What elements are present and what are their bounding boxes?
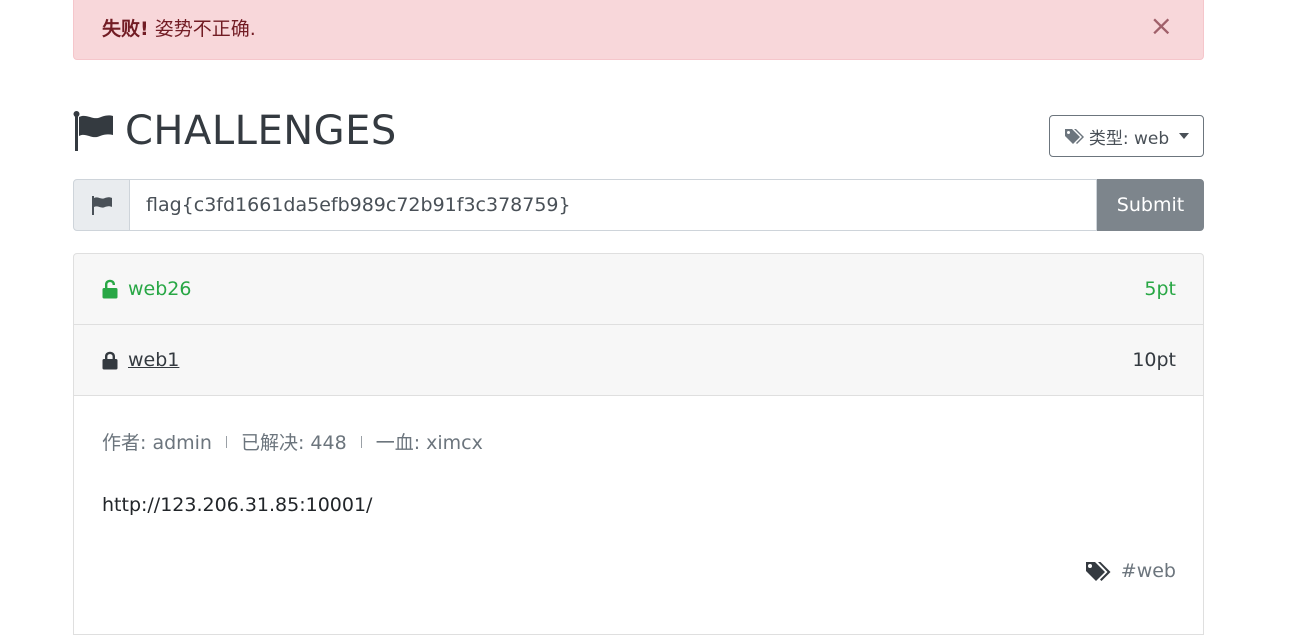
alert-text: 姿势不正确. xyxy=(148,18,256,40)
type-filter-dropdown[interactable]: 类型: web xyxy=(1049,115,1204,157)
flag-form: Submit xyxy=(73,179,1204,231)
page-title: CHALLENGES xyxy=(73,108,397,154)
title-text: CHALLENGES xyxy=(125,108,397,154)
challenge-url: http://123.206.31.85:10001/ xyxy=(102,494,373,516)
tags-icon xyxy=(1064,129,1084,144)
solved-count: 已解决: 448 xyxy=(240,432,347,454)
challenge-tags: #web xyxy=(1085,560,1176,582)
flag-input[interactable] xyxy=(130,179,1097,231)
tag-label[interactable]: #web xyxy=(1121,560,1176,582)
lock-icon xyxy=(102,351,118,370)
unlock-icon xyxy=(102,279,118,299)
separator xyxy=(360,435,362,448)
tags-icon xyxy=(1085,562,1111,581)
challenge-title: web1 xyxy=(102,325,179,395)
challenge-points: 10pt xyxy=(1132,349,1176,371)
challenge-header-web1[interactable]: web1 10pt xyxy=(73,325,1204,396)
caret-down-icon xyxy=(1179,133,1190,139)
challenge-header-web26[interactable]: web26 5pt xyxy=(73,253,1204,325)
flag-icon xyxy=(91,196,112,215)
close-icon[interactable]: × xyxy=(1150,12,1173,40)
challenge-title: web26 xyxy=(102,254,191,324)
challenge-meta: 作者: admin 已解决: 448 一血: ximcx xyxy=(102,428,483,455)
challenge-detail: 作者: admin 已解决: 448 一血: ximcx http://123.… xyxy=(73,395,1204,635)
type-filter-label: 类型: web xyxy=(1088,128,1170,149)
error-alert: 失败! 姿势不正确. × xyxy=(73,0,1204,60)
author-text: 作者: admin xyxy=(102,432,212,454)
challenge-points: 5pt xyxy=(1144,278,1176,300)
flag-prefix xyxy=(73,179,130,231)
separator xyxy=(225,435,227,448)
challenge-name[interactable]: web26 xyxy=(128,278,191,300)
alert-strong: 失败! xyxy=(102,18,149,40)
challenge-name[interactable]: web1 xyxy=(128,349,179,371)
submit-button[interactable]: Submit xyxy=(1097,179,1204,231)
first-blood: 一血: ximcx xyxy=(375,432,483,454)
flag-icon xyxy=(73,111,113,151)
alert-message: 失败! 姿势不正确. xyxy=(102,14,256,41)
